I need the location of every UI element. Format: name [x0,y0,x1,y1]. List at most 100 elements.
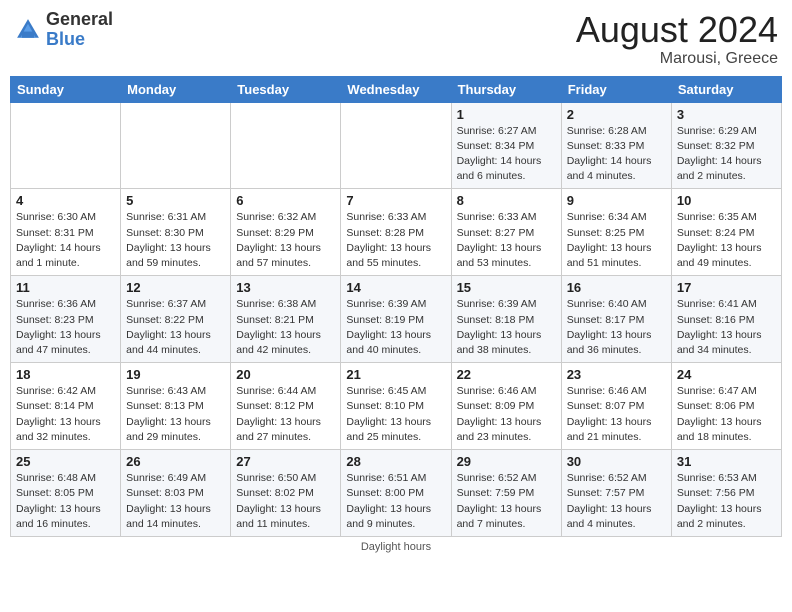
day-info: Sunrise: 6:34 AM Sunset: 8:25 PM Dayligh… [567,210,666,271]
day-number: 26 [126,454,225,469]
day-info: Sunrise: 6:48 AM Sunset: 8:05 PM Dayligh… [16,471,115,532]
calendar-cell: 12 Sunrise: 6:37 AM Sunset: 8:22 PM Dayli… [121,276,231,363]
calendar-cell: 26Sunrise: 6:49 AM Sunset: 8:03 PM Dayli… [121,450,231,537]
calendar-cell: 10Sunrise: 6:35 AM Sunset: 8:24 PM Dayli… [671,189,781,276]
day-number: 9 [567,193,666,208]
day-number: 1 [457,107,556,122]
calendar-cell: 19 Sunrise: 6:43 AM Sunset: 8:13 PM Dayli… [121,363,231,450]
calendar-cell [121,102,231,189]
day-number: 8 [457,193,556,208]
calendar-cell: 20Sunrise: 6:44 AM Sunset: 8:12 PM Dayli… [231,363,341,450]
day-number: 6 [236,193,335,208]
calendar-header-row: SundayMondayTuesdayWednesdayThursdayFrid… [11,76,782,102]
calendar-cell: 28Sunrise: 6:51 AM Sunset: 8:00 PM Dayli… [341,450,451,537]
logo-icon [14,16,42,44]
calendar-cell: 14Sunrise: 6:39 AM Sunset: 8:19 PM Dayli… [341,276,451,363]
day-number: 4 [16,193,115,208]
day-info: Sunrise: 6:46 AM Sunset: 8:07 PM Dayligh… [567,384,666,445]
day-number: 7 [346,193,445,208]
day-number: 11 [16,280,115,295]
calendar-cell: 11 Sunrise: 6:36 AM Sunset: 8:23 PM Dayli… [11,276,121,363]
day-number: 14 [346,280,445,295]
calendar-week-row: 18 Sunrise: 6:42 AM Sunset: 8:14 PM Dayli… [11,363,782,450]
calendar-cell: 16 Sunrise: 6:40 AM Sunset: 8:17 PM Dayli… [561,276,671,363]
logo-general-text: General [46,9,113,29]
calendar-cell: 6 Sunrise: 6:32 AM Sunset: 8:29 PM Daylig… [231,189,341,276]
calendar-cell: 1 Sunrise: 6:27 AM Sunset: 8:34 PM Daylig… [451,102,561,189]
day-info: Sunrise: 6:52 AM Sunset: 7:59 PM Dayligh… [457,471,556,532]
day-of-week-header: Tuesday [231,76,341,102]
day-info: Sunrise: 6:27 AM Sunset: 8:34 PM Dayligh… [457,124,556,185]
day-info: Sunrise: 6:40 AM Sunset: 8:17 PM Dayligh… [567,297,666,358]
day-info: Sunrise: 6:37 AM Sunset: 8:22 PM Dayligh… [126,297,225,358]
calendar-cell: 7 Sunrise: 6:33 AM Sunset: 8:28 PM Daylig… [341,189,451,276]
day-number: 18 [16,367,115,382]
calendar-cell: 18 Sunrise: 6:42 AM Sunset: 8:14 PM Dayli… [11,363,121,450]
day-number: 29 [457,454,556,469]
calendar-cell: 23 Sunrise: 6:46 AM Sunset: 8:07 PM Dayli… [561,363,671,450]
day-info: Sunrise: 6:33 AM Sunset: 8:27 PM Dayligh… [457,210,556,271]
day-info: Sunrise: 6:47 AM Sunset: 8:06 PM Dayligh… [677,384,776,445]
calendar-cell: 27 Sunrise: 6:50 AM Sunset: 8:02 PM Dayli… [231,450,341,537]
day-info: Sunrise: 6:39 AM Sunset: 8:18 PM Dayligh… [457,297,556,358]
day-number: 23 [567,367,666,382]
day-info: Sunrise: 6:41 AM Sunset: 8:16 PM Dayligh… [677,297,776,358]
day-number: 31 [677,454,776,469]
day-info: Sunrise: 6:53 AM Sunset: 7:56 PM Dayligh… [677,471,776,532]
day-number: 16 [567,280,666,295]
calendar-cell: 31 Sunrise: 6:53 AM Sunset: 7:56 PM Dayli… [671,450,781,537]
day-info: Sunrise: 6:30 AM Sunset: 8:31 PM Dayligh… [16,210,115,271]
day-number: 19 [126,367,225,382]
calendar-cell: 9 Sunrise: 6:34 AM Sunset: 8:25 PM Daylig… [561,189,671,276]
day-info: Sunrise: 6:43 AM Sunset: 8:13 PM Dayligh… [126,384,225,445]
calendar-cell [11,102,121,189]
day-info: Sunrise: 6:32 AM Sunset: 8:29 PM Dayligh… [236,210,335,271]
calendar-cell: 15 Sunrise: 6:39 AM Sunset: 8:18 PM Dayli… [451,276,561,363]
calendar-cell: 29 Sunrise: 6:52 AM Sunset: 7:59 PM Dayli… [451,450,561,537]
day-of-week-header: Thursday [451,76,561,102]
day-number: 5 [126,193,225,208]
day-info: Sunrise: 6:29 AM Sunset: 8:32 PM Dayligh… [677,124,776,185]
day-number: 25 [16,454,115,469]
calendar-week-row: 11 Sunrise: 6:36 AM Sunset: 8:23 PM Dayli… [11,276,782,363]
day-info: Sunrise: 6:46 AM Sunset: 8:09 PM Dayligh… [457,384,556,445]
calendar-cell: 24 Sunrise: 6:47 AM Sunset: 8:06 PM Dayli… [671,363,781,450]
day-info: Sunrise: 6:51 AM Sunset: 8:00 PM Dayligh… [346,471,445,532]
calendar-cell: 13Sunrise: 6:38 AM Sunset: 8:21 PM Dayli… [231,276,341,363]
day-info: Sunrise: 6:42 AM Sunset: 8:14 PM Dayligh… [16,384,115,445]
calendar-cell: 30Sunrise: 6:52 AM Sunset: 7:57 PM Dayli… [561,450,671,537]
day-info: Sunrise: 6:28 AM Sunset: 8:33 PM Dayligh… [567,124,666,185]
day-number: 24 [677,367,776,382]
calendar-cell [231,102,341,189]
logo: General Blue [14,10,113,50]
calendar-week-row: 1 Sunrise: 6:27 AM Sunset: 8:34 PM Daylig… [11,102,782,189]
day-number: 12 [126,280,225,295]
calendar-cell: 2 Sunrise: 6:28 AM Sunset: 8:33 PM Daylig… [561,102,671,189]
day-info: Sunrise: 6:31 AM Sunset: 8:30 PM Dayligh… [126,210,225,271]
calendar-cell: 5 Sunrise: 6:31 AM Sunset: 8:30 PM Daylig… [121,189,231,276]
footer-note: Daylight hours [10,541,782,553]
calendar-cell: 17Sunrise: 6:41 AM Sunset: 8:16 PM Dayli… [671,276,781,363]
calendar-cell [341,102,451,189]
calendar-week-row: 4 Sunrise: 6:30 AM Sunset: 8:31 PM Daylig… [11,189,782,276]
day-number: 13 [236,280,335,295]
day-number: 21 [346,367,445,382]
calendar-cell: 22Sunrise: 6:46 AM Sunset: 8:09 PM Dayli… [451,363,561,450]
calendar-week-row: 25 Sunrise: 6:48 AM Sunset: 8:05 PM Dayli… [11,450,782,537]
day-number: 27 [236,454,335,469]
day-number: 2 [567,107,666,122]
day-info: Sunrise: 6:45 AM Sunset: 8:10 PM Dayligh… [346,384,445,445]
logo-text: General Blue [46,10,113,50]
calendar-table: SundayMondayTuesdayWednesdayThursdayFrid… [10,76,782,537]
day-of-week-header: Wednesday [341,76,451,102]
day-info: Sunrise: 6:33 AM Sunset: 8:28 PM Dayligh… [346,210,445,271]
day-info: Sunrise: 6:50 AM Sunset: 8:02 PM Dayligh… [236,471,335,532]
calendar-cell: 25 Sunrise: 6:48 AM Sunset: 8:05 PM Dayli… [11,450,121,537]
calendar-cell: 21 Sunrise: 6:45 AM Sunset: 8:10 PM Dayli… [341,363,451,450]
day-info: Sunrise: 6:52 AM Sunset: 7:57 PM Dayligh… [567,471,666,532]
month-year-title: August 2024 [576,10,778,50]
day-info: Sunrise: 6:36 AM Sunset: 8:23 PM Dayligh… [16,297,115,358]
day-info: Sunrise: 6:44 AM Sunset: 8:12 PM Dayligh… [236,384,335,445]
day-number: 15 [457,280,556,295]
day-number: 3 [677,107,776,122]
